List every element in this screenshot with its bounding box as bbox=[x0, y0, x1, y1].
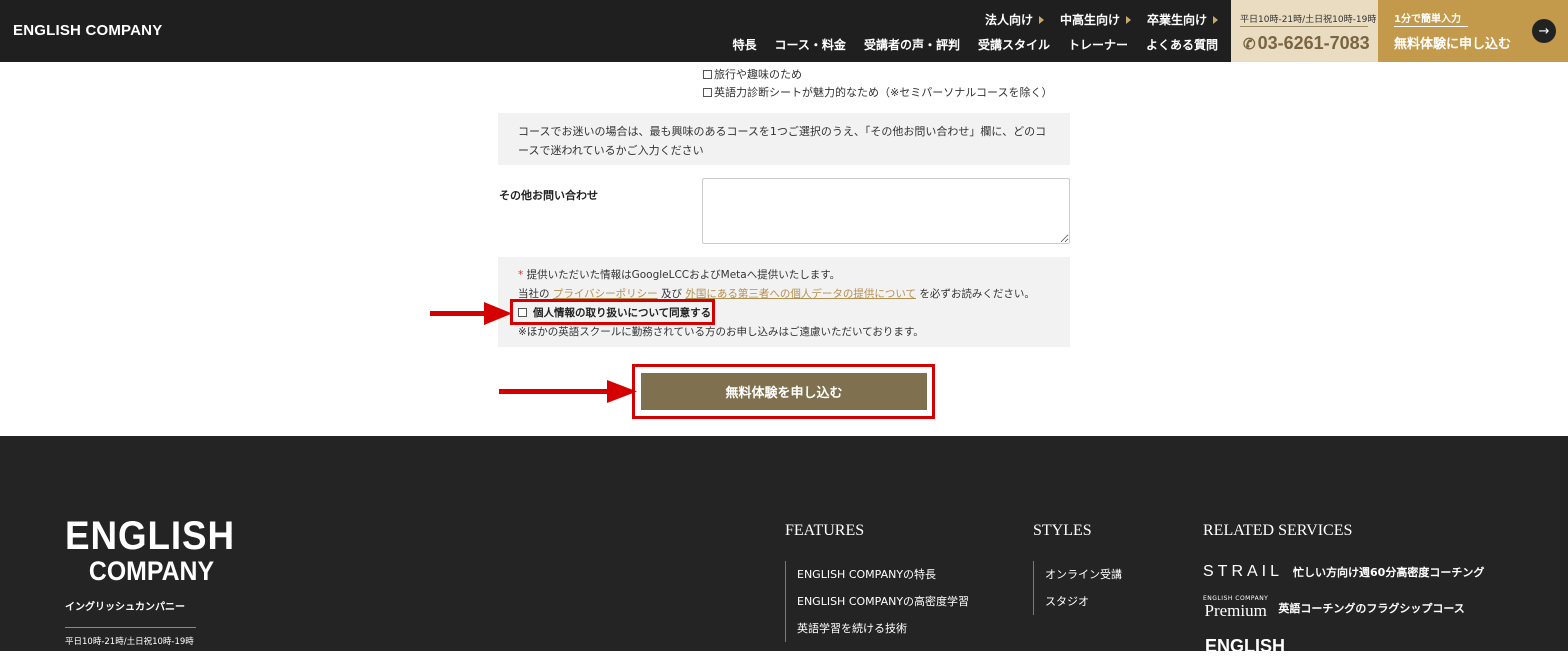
main-nav: 特長 コース・料金 受講者の声・評判 受講スタイル トレーナー よくある質問 bbox=[733, 36, 1218, 53]
required-star: * bbox=[518, 269, 524, 281]
triangle-right-icon bbox=[1125, 15, 1131, 24]
styles-heading: STYLES bbox=[1033, 522, 1092, 539]
phone-hours: 平日10時-21時/土日祝10時-19時 bbox=[1240, 15, 1377, 25]
course-notice: コースでお迷いの場合は、最も興味のあるコースを1つご選択のうえ、「その他お問い合… bbox=[498, 113, 1070, 165]
phone-number[interactable]: ✆ 03-6261-7083 bbox=[1243, 33, 1370, 54]
triangle-right-icon bbox=[1038, 15, 1044, 24]
checkbox-option-travel[interactable]: 旅行や趣味のため bbox=[703, 66, 802, 82]
nav-faq[interactable]: よくある質問 bbox=[1146, 36, 1218, 53]
other-inquiry-label: その他お問い合わせ bbox=[499, 189, 598, 202]
arrow-right-icon bbox=[430, 302, 512, 325]
nav-students[interactable]: 中高生向け bbox=[1060, 11, 1131, 28]
related-strail[interactable]: STRAIL 忙しい方向け週60分高密度コーチング bbox=[1203, 563, 1484, 581]
site-footer: ENGLISH COMPANY イングリッシュカンパニー 平日10時-21時/土… bbox=[0, 436, 1568, 656]
checkbox-label: 旅行や趣味のため bbox=[714, 68, 802, 81]
checkbox-option-diagnosis[interactable]: 英語力診断シートが魅力的なため（※セミパーソナルコースを除く） bbox=[703, 84, 1052, 100]
styles-link[interactable]: スタジオ bbox=[1045, 588, 1122, 615]
nav-features[interactable]: 特長 bbox=[733, 36, 757, 53]
related-premium[interactable]: ENGLISH COMPANY Premium 英語コーチングのフラグシップコー… bbox=[1203, 595, 1465, 620]
arrow-right-icon bbox=[499, 380, 637, 403]
footer-hours: 平日10時-21時/土日祝10時-19時 bbox=[65, 637, 194, 647]
related-heading: RELATED SERVICES bbox=[1203, 522, 1353, 539]
features-link[interactable]: 英語学習を続ける技術 bbox=[797, 615, 969, 642]
footer-divider bbox=[65, 627, 196, 628]
site-logo[interactable]: ENGLISH COMPANY bbox=[13, 22, 162, 39]
top-nav: 法人向け 中高生向け 卒業生向け bbox=[985, 11, 1218, 28]
checkbox[interactable] bbox=[703, 69, 712, 79]
related-english-logo[interactable]: ENGLISH bbox=[1205, 636, 1285, 657]
phone-box[interactable]: 平日10時-21時/土日祝10時-19時 ✆ 03-6261-7083 bbox=[1231, 0, 1378, 62]
cta-subtext: 1分で簡単入力 bbox=[1394, 14, 1461, 25]
privacy-note: ※ほかの英語スクールに勤務されている方のお申し込みはご遠慮いただいております。 bbox=[518, 326, 924, 338]
nav-reviews[interactable]: 受講者の声・評判 bbox=[864, 36, 960, 53]
nav-styles[interactable]: 受講スタイル bbox=[978, 36, 1050, 53]
free-trial-cta[interactable]: 1分で簡単入力 無料体験に申し込む → bbox=[1378, 0, 1568, 62]
privacy-line-1: * 提供いただいた情報はGoogleLCCおよびMetaへ提供いたします。 bbox=[518, 269, 841, 281]
footer-kana: イングリッシュカンパニー bbox=[65, 602, 185, 613]
checkbox-label: 英語力診断シートが魅力的なため（※セミパーソナルコースを除く） bbox=[714, 86, 1053, 99]
triangle-right-icon bbox=[1213, 15, 1218, 24]
checkbox[interactable] bbox=[703, 87, 712, 97]
nav-trainers[interactable]: トレーナー bbox=[1068, 36, 1128, 53]
arrow-right-icon[interactable]: → bbox=[1532, 19, 1556, 43]
phone-icon: ✆ bbox=[1243, 36, 1256, 53]
highlight-box-submit bbox=[632, 364, 935, 419]
features-link[interactable]: ENGLISH COMPANYの高密度学習 bbox=[797, 588, 969, 615]
features-link[interactable]: ENGLISH COMPANYの特長 bbox=[797, 561, 969, 588]
footer-logo[interactable]: ENGLISH COMPANY bbox=[65, 516, 234, 586]
nav-courses[interactable]: コース・料金 bbox=[775, 36, 846, 53]
cta-label: 無料体験に申し込む bbox=[1394, 37, 1512, 52]
features-list: ENGLISH COMPANYの特長 ENGLISH COMPANYの高密度学習… bbox=[785, 561, 969, 642]
styles-link[interactable]: オンライン受講 bbox=[1045, 561, 1122, 588]
highlight-box-agree bbox=[510, 299, 715, 325]
features-heading: FEATURES bbox=[785, 522, 865, 539]
nav-corporate[interactable]: 法人向け bbox=[985, 11, 1044, 28]
strail-logo: STRAIL bbox=[1203, 563, 1284, 580]
cta-underline bbox=[1394, 26, 1468, 27]
nav-graduates[interactable]: 卒業生向け bbox=[1147, 11, 1218, 28]
premium-logo: ENGLISH COMPANY Premium bbox=[1203, 595, 1269, 620]
phone-divider bbox=[1240, 26, 1368, 27]
site-header: ENGLISH COMPANY 法人向け 中高生向け 卒業生向け 特長 コース・… bbox=[0, 0, 1568, 62]
third-party-data-link[interactable]: 外国にある第三者への個人データの提供について bbox=[685, 288, 916, 300]
styles-list: オンライン受講 スタジオ bbox=[1033, 561, 1122, 615]
other-inquiry-textarea[interactable] bbox=[702, 178, 1070, 244]
